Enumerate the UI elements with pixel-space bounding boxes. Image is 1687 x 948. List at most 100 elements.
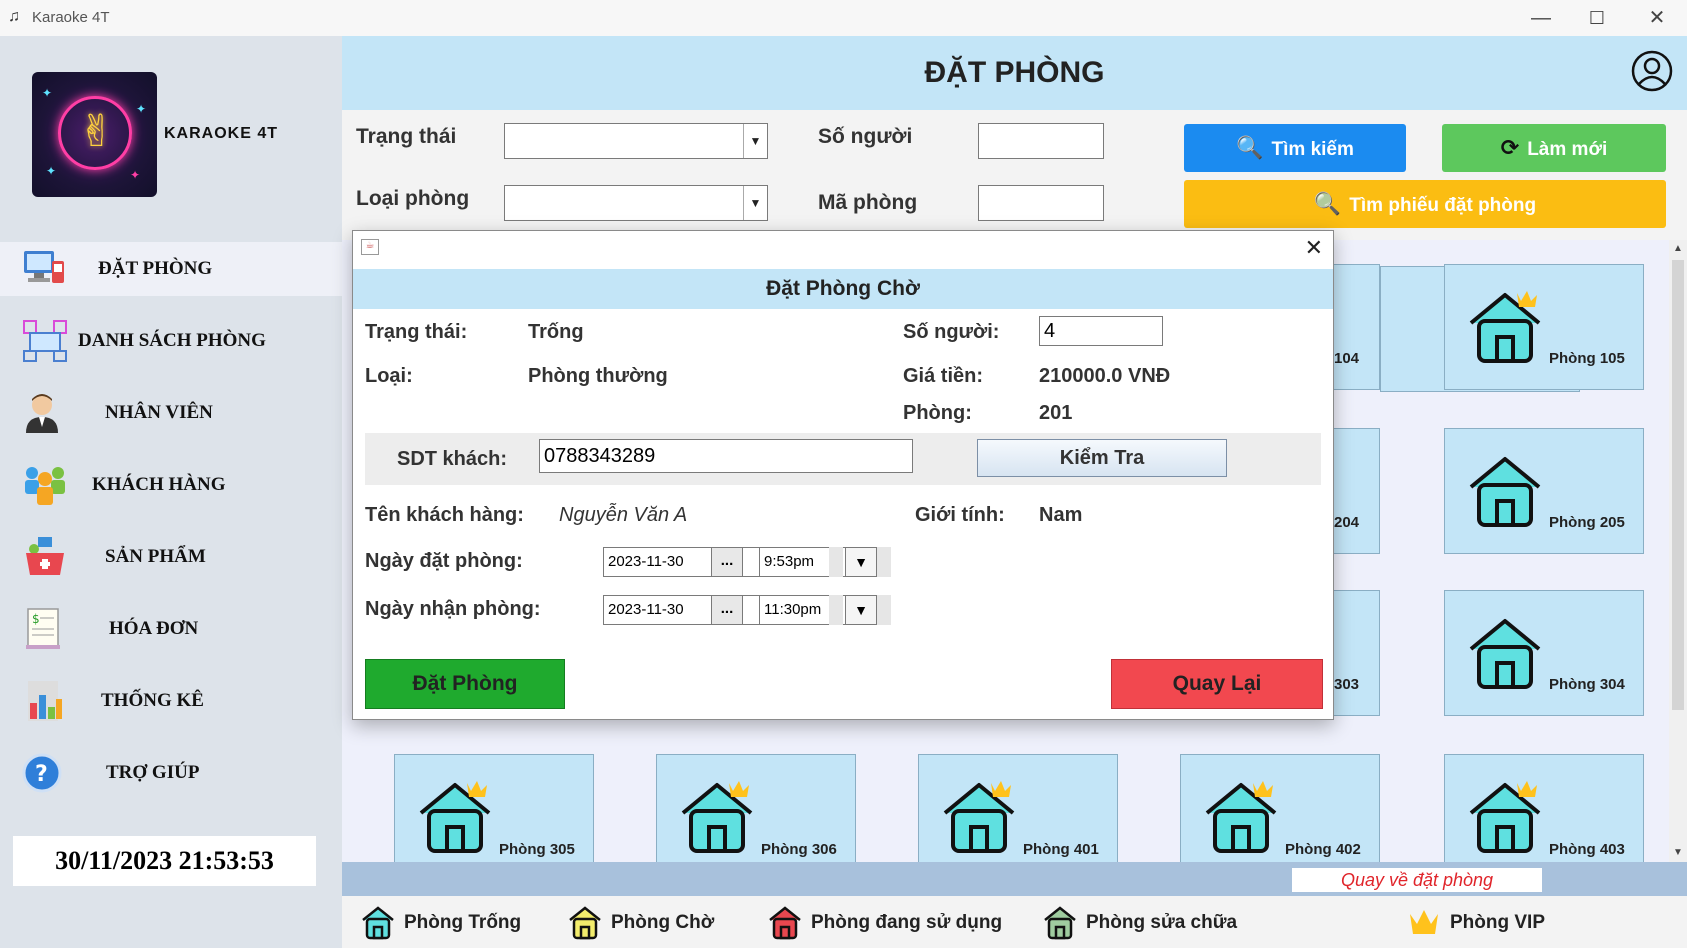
legend-label: Phòng đang sử dụng: [811, 912, 1003, 933]
window-title: Karaoke 4T: [32, 9, 110, 26]
chevron-down-icon[interactable]: ▼: [743, 186, 767, 220]
people-filter-label: Số người: [818, 125, 913, 148]
booking-time-spin-button[interactable]: ▼: [845, 547, 877, 577]
people-input[interactable]: 4: [1039, 316, 1163, 346]
svg-text:?: ?: [35, 762, 48, 787]
status-label: Trạng thái:: [365, 321, 468, 343]
check-customer-button[interactable]: Kiểm Tra: [977, 439, 1227, 477]
spin-gap: [829, 595, 843, 625]
phone-row: SDT khách: 0788343289 Kiểm Tra: [365, 433, 1321, 485]
spin-gap: [829, 547, 843, 577]
return-to-booking-link[interactable]: Quay về đặt phòng: [1292, 868, 1542, 892]
book-room-button[interactable]: Đặt Phòng: [365, 659, 565, 709]
nav-item-employees[interactable]: NHÂN VIÊN: [0, 386, 342, 440]
gender-label: Giới tính:: [915, 504, 1005, 526]
room-card-403[interactable]: Phòng 403: [1444, 754, 1644, 862]
status-combobox[interactable]: ▼: [504, 123, 768, 159]
people-filter-input[interactable]: [978, 123, 1104, 159]
room-house-icon: [1469, 457, 1541, 527]
room-type-combobox[interactable]: ▼: [504, 185, 768, 221]
scroll-up-arrow[interactable]: ▲: [1669, 240, 1687, 258]
nav-item-booking[interactable]: ĐẶT PHÒNG: [0, 242, 342, 296]
people-label: Số người:: [903, 321, 1000, 343]
waiting-room-house-icon: [569, 906, 601, 940]
room-name: Phòng 403: [1549, 841, 1625, 858]
refresh-icon: ⟳: [1500, 135, 1520, 160]
scroll-down-arrow[interactable]: ▼: [1669, 844, 1687, 862]
available-room-house-icon: [362, 906, 394, 940]
room-card-105[interactable]: Phòng 105: [1444, 264, 1644, 390]
minimize-button[interactable]: —: [1518, 4, 1564, 32]
title-bar: ♫ Karaoke 4T — ☐ ✕: [0, 0, 1687, 36]
vip-room-house-icon: [1469, 781, 1541, 853]
maximize-button[interactable]: ☐: [1574, 4, 1620, 32]
nav-item-room-list[interactable]: DANH SÁCH PHÒNG: [0, 314, 342, 368]
vip-room-house-icon: [943, 781, 1015, 853]
legend-label: Phòng VIP: [1450, 912, 1545, 933]
search-button[interactable]: 🔍 Tìm kiếm: [1184, 124, 1406, 172]
phone-input[interactable]: 0788343289: [539, 439, 913, 473]
vip-room-house-icon: [1469, 291, 1541, 363]
room-card-305[interactable]: Phòng 305: [394, 754, 594, 862]
clock-display: 30/11/2023 21:53:53: [13, 836, 316, 886]
spin-gap: [877, 547, 891, 577]
room-house-icon: [1469, 619, 1541, 689]
room-status-legend: Phòng Trống Phòng Chờ Phòng đang sử dụng…: [342, 896, 1687, 948]
room-name: Phòng 401: [1023, 841, 1099, 858]
karaoke-app-icon: ♫: [8, 8, 20, 25]
room-name: Phòng 105: [1549, 350, 1625, 367]
price-label: Giá tiền:: [903, 365, 984, 387]
room-name: Phòng 304: [1549, 676, 1625, 693]
room-name: 303: [1334, 676, 1360, 693]
app-window: ♫ Karaoke 4T — ☐ ✕ ✌ ✦ ✦ ✦ ✦ KARAOKE 4T …: [0, 0, 1687, 948]
nav-label-customers: KHÁCH HÀNG: [92, 474, 226, 495]
status-value: Trống: [528, 321, 584, 343]
sidebar: ✌ ✦ ✦ ✦ ✦ KARAOKE 4T ĐẶT PHÒNG DANH SÁCH…: [0, 36, 342, 948]
nav-item-products[interactable]: SẢN PHẨM: [0, 530, 342, 584]
nav-label-room-list: DANH SÁCH PHÒNG: [78, 330, 266, 351]
repair-room-house-icon: [1044, 906, 1076, 940]
nav-item-customers[interactable]: KHÁCH HÀNG: [0, 458, 342, 512]
booking-date-picker-button[interactable]: ...: [711, 547, 743, 577]
booking-date-label: Ngày đặt phòng:: [365, 550, 523, 572]
product-basket-icon: [26, 537, 64, 575]
sparkle-icon: ✦: [46, 164, 57, 178]
refresh-button[interactable]: ⟳ Làm mới: [1442, 124, 1666, 172]
nav-item-help[interactable]: ? TRỢ GIÚP: [0, 746, 342, 800]
in-use-room-house-icon: [769, 906, 801, 940]
find-booking-button[interactable]: 🔍 Tìm phiếu đặt phòng: [1184, 180, 1666, 228]
nav-item-statistics[interactable]: THỐNG KÊ: [0, 674, 342, 728]
room-name: Phòng 402: [1285, 841, 1361, 858]
room-list-icon: [23, 320, 67, 362]
customer-name-label: Tên khách hàng:: [365, 504, 524, 526]
room-code-filter-input[interactable]: [978, 185, 1104, 221]
close-window-button[interactable]: ✕: [1634, 4, 1680, 32]
booking-date-input[interactable]: 2023-11-30: [603, 547, 773, 577]
user-account-icon[interactable]: [1631, 50, 1673, 92]
back-button[interactable]: Quay Lại: [1111, 659, 1323, 709]
dialog-close-icon[interactable]: ✕: [1305, 235, 1323, 261]
legend-label: Phòng sửa chữa: [1086, 912, 1238, 933]
room-card-401[interactable]: Phòng 401: [918, 754, 1118, 862]
status-filter-label: Trạng thái: [356, 125, 457, 148]
scrollbar-thumb[interactable]: [1672, 260, 1684, 710]
room-label: Phòng:: [903, 402, 972, 424]
nav-label-help: TRỢ GIÚP: [106, 762, 200, 783]
room-grid-scrollbar[interactable]: ▲ ▼: [1669, 240, 1687, 862]
room-name: Phòng 306: [761, 841, 837, 858]
room-name: Phòng 305: [499, 841, 575, 858]
crown-icon: [1410, 910, 1438, 934]
receive-date-input[interactable]: 2023-11-30: [603, 595, 773, 625]
nav-item-invoices[interactable]: $ HÓA ĐƠN: [0, 602, 342, 656]
chevron-down-icon[interactable]: ▼: [743, 124, 767, 158]
receive-date-picker-button[interactable]: ...: [711, 595, 743, 625]
room-card-205[interactable]: Phòng 205: [1444, 428, 1644, 554]
room-card-402[interactable]: Phòng 402: [1180, 754, 1380, 862]
rock-hand-icon: ✌: [78, 107, 115, 156]
price-value: 210000.0 VNĐ: [1039, 365, 1171, 387]
room-card-306[interactable]: Phòng 306: [656, 754, 856, 862]
type-value: Phòng thường: [528, 365, 668, 387]
vip-room-house-icon: [1205, 781, 1277, 853]
receive-time-spin-button[interactable]: ▼: [845, 595, 877, 625]
room-card-304[interactable]: Phòng 304: [1444, 590, 1644, 716]
